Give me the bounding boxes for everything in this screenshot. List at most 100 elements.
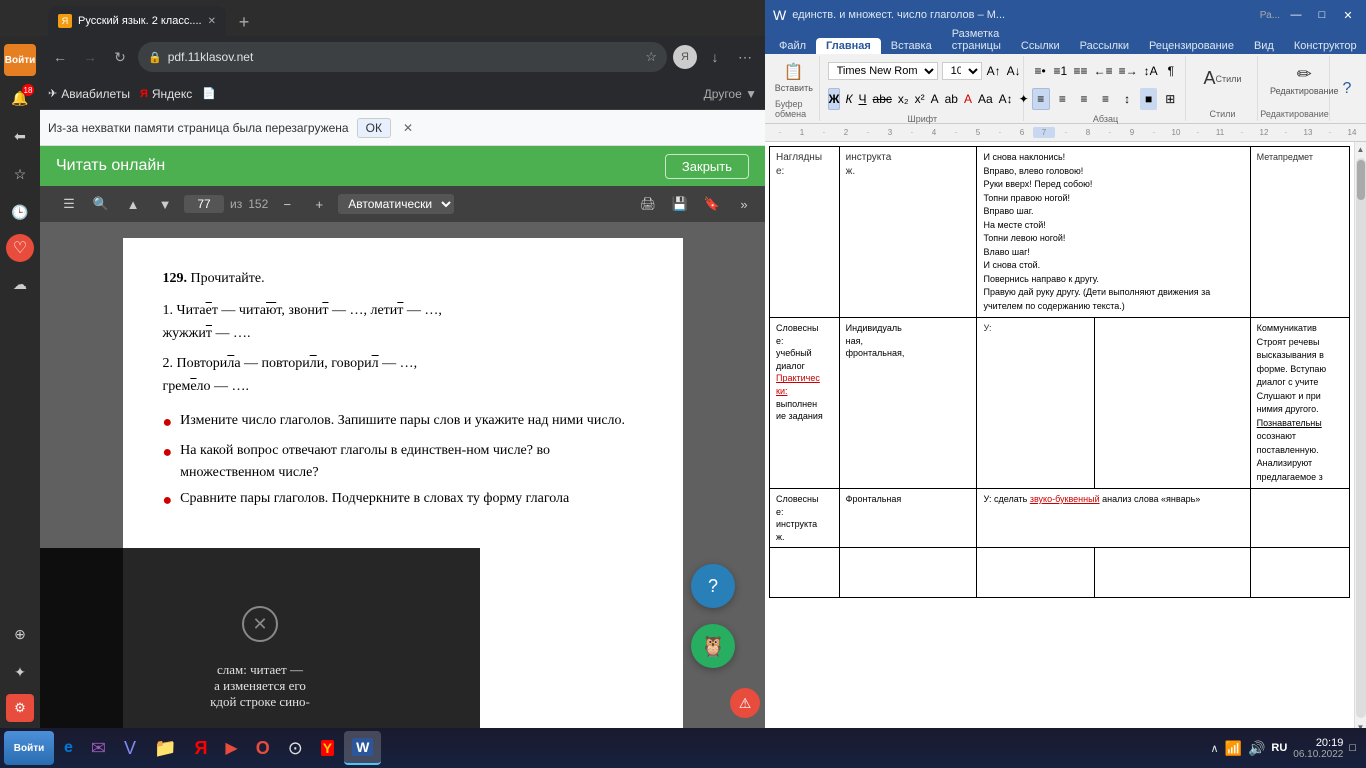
ribbon-tab-review[interactable]: Рецензирование xyxy=(1139,38,1244,54)
line-spacing-button[interactable]: ↕ xyxy=(1118,88,1136,110)
subscript-button[interactable]: x₂ xyxy=(897,88,910,110)
refresh-button[interactable]: ↻ xyxy=(108,45,132,69)
superscript-button[interactable]: x² xyxy=(914,88,926,110)
decrease-font-button[interactable]: A↓ xyxy=(1006,60,1022,82)
taskbar-mail[interactable]: ✉ xyxy=(83,731,114,765)
taskbar-folder[interactable]: 📁 xyxy=(146,731,184,765)
tray-notifications-button[interactable]: □ xyxy=(1349,742,1356,754)
numbering-button[interactable]: ≡1 xyxy=(1052,60,1068,82)
tray-network-icon[interactable]: 📶 xyxy=(1225,740,1242,757)
ribbon-tab-design[interactable]: Конструктор xyxy=(1284,38,1366,54)
underline-button[interactable]: Ч xyxy=(858,88,868,110)
tray-sound-icon[interactable]: 🔊 xyxy=(1248,740,1265,757)
align-center-button[interactable]: ≡ xyxy=(1054,88,1072,110)
help-float-button[interactable]: ? xyxy=(691,564,735,608)
paste-button[interactable]: 📋 Вставить xyxy=(771,60,817,95)
text-effects-button[interactable]: A xyxy=(930,88,940,110)
pdf-print-button[interactable]: 🖨 xyxy=(635,191,661,217)
pdf-zoom-out[interactable]: − xyxy=(274,191,300,217)
tray-up-icon[interactable]: ∧ xyxy=(1210,742,1218,755)
start-button[interactable]: Войти xyxy=(4,731,54,765)
back-button[interactable]: ← xyxy=(48,45,72,69)
word-table-container[interactable]: Наглядные: инструктаж. И снова наклонись… xyxy=(765,142,1354,734)
bookmark-flights[interactable]: ✈ Авиабилеты xyxy=(48,87,130,101)
sort-button[interactable]: ↕A xyxy=(1143,60,1159,82)
forward-button[interactable]: → xyxy=(78,45,102,69)
word-close-button[interactable]: ✕ xyxy=(1338,5,1358,25)
font-size-aa-button[interactable]: Aa xyxy=(977,88,994,110)
ribbon-tab-insert[interactable]: Вставка xyxy=(881,38,942,54)
taskbar-opera[interactable]: O xyxy=(248,731,278,765)
taskbar-yandex2[interactable]: Y xyxy=(313,731,342,765)
shading-button[interactable]: ■ xyxy=(1140,88,1158,110)
sidebar-icon-6[interactable]: ⊕ xyxy=(4,618,36,650)
pdf-page-input[interactable] xyxy=(184,195,224,213)
word-maximize-button[interactable]: □ xyxy=(1312,5,1332,25)
browser-tab-main[interactable]: Я Русский язык. 2 класс.... ✕ xyxy=(48,6,226,36)
tray-language[interactable]: RU xyxy=(1271,742,1287,754)
bookmarks-more-button[interactable]: Другое ▼ xyxy=(704,87,757,101)
address-bar[interactable]: 🔒 pdf.11klasov.net ☆ xyxy=(138,42,667,72)
sidebar-icon-7[interactable]: ✦ xyxy=(4,656,36,688)
more-button[interactable]: ⋯ xyxy=(733,45,757,69)
align-left-button[interactable]: ≡ xyxy=(1032,88,1050,110)
pdf-more-button[interactable]: » xyxy=(731,191,757,217)
download-button[interactable]: ↓ xyxy=(703,45,727,69)
pdf-search-button[interactable]: 🔍 xyxy=(88,191,114,217)
pdf-save-button[interactable]: 💾 xyxy=(667,191,693,217)
sidebar-icon-2[interactable]: ☆ xyxy=(4,158,36,190)
taskbar-viber[interactable]: V xyxy=(116,731,144,765)
multilevel-button[interactable]: ≡≡ xyxy=(1072,60,1088,82)
increase-indent-button[interactable]: ≡→ xyxy=(1118,60,1139,82)
font-color-button[interactable]: A xyxy=(963,88,973,110)
taskbar-word[interactable]: W xyxy=(344,731,381,765)
align-right-button[interactable]: ≡ xyxy=(1075,88,1093,110)
word-vertical-scrollbar[interactable]: ▲ ▼ xyxy=(1354,142,1366,734)
tab-close-btn[interactable]: ✕ xyxy=(208,16,216,27)
strikethrough-button[interactable]: аbc xyxy=(872,88,893,110)
overlay-close-button[interactable]: ✕ xyxy=(242,606,278,642)
pdf-prev-page[interactable]: ▲ xyxy=(120,191,146,217)
increase-font-button[interactable]: A↑ xyxy=(986,60,1002,82)
ribbon-tab-refs[interactable]: Ссылки xyxy=(1011,38,1070,54)
sidebar-icon-1[interactable]: ⬅ xyxy=(4,120,36,152)
text-highlight-button[interactable]: ab xyxy=(944,88,959,110)
bookmark-yandex[interactable]: Я Яндекс xyxy=(140,87,192,101)
ribbon-tab-view[interactable]: Вид xyxy=(1244,38,1284,54)
tray-time-area[interactable]: 20:19 06.10.2022 xyxy=(1293,737,1343,760)
taskbar-media[interactable]: ▶ xyxy=(217,731,245,765)
close-reader-button[interactable]: Закрыть xyxy=(665,154,749,179)
sidebar-icon-8[interactable]: ⚙ xyxy=(6,694,34,722)
owl-float-button[interactable]: 🦉 xyxy=(691,624,735,668)
taskbar-ie[interactable]: e xyxy=(56,731,81,765)
notification-icon[interactable]: 🔔 18 xyxy=(4,82,36,114)
profile-button[interactable]: Я xyxy=(673,45,697,69)
word-help-button[interactable]: ? xyxy=(1336,78,1358,100)
italic-button[interactable]: К xyxy=(844,88,853,110)
bookmark-doc[interactable]: 📄 xyxy=(202,87,216,100)
pdf-zoom-select[interactable]: Автоматически xyxy=(338,194,454,214)
bullets-button[interactable]: ≡• xyxy=(1032,60,1048,82)
sidebar-icon-4[interactable]: ♡ xyxy=(6,234,34,262)
new-tab-button[interactable]: + xyxy=(230,8,258,36)
scroll-thumb[interactable] xyxy=(1357,160,1365,200)
bold-button[interactable]: Ж xyxy=(828,88,841,110)
sidebar-icon-5[interactable]: ☁ xyxy=(4,268,36,300)
font-size-select[interactable]: 10 xyxy=(942,62,982,80)
pdf-sidebar-toggle[interactable]: ☰ xyxy=(56,191,82,217)
justify-button[interactable]: ≡ xyxy=(1097,88,1115,110)
pdf-zoom-in[interactable]: + xyxy=(306,191,332,217)
ribbon-tab-file[interactable]: Файл xyxy=(769,38,816,54)
taskbar-chrome[interactable]: ⊙ xyxy=(280,731,311,765)
word-minimize-button[interactable]: — xyxy=(1286,5,1306,25)
font-case-button[interactable]: A↕ xyxy=(998,88,1014,110)
show-marks-button[interactable]: ¶ xyxy=(1163,60,1179,82)
page-bookmark-icon[interactable]: ☆ xyxy=(645,49,657,65)
font-name-select[interactable]: Times New Roman xyxy=(828,62,938,80)
notification-close-button[interactable]: ✕ xyxy=(403,121,413,135)
decrease-indent-button[interactable]: ←≡ xyxy=(1093,60,1114,82)
pdf-next-page[interactable]: ▼ xyxy=(152,191,178,217)
sidebar-icon-3[interactable]: 🕒 xyxy=(4,196,36,228)
login-button[interactable]: Войти xyxy=(4,44,36,76)
borders-button[interactable]: ⊞ xyxy=(1161,88,1179,110)
